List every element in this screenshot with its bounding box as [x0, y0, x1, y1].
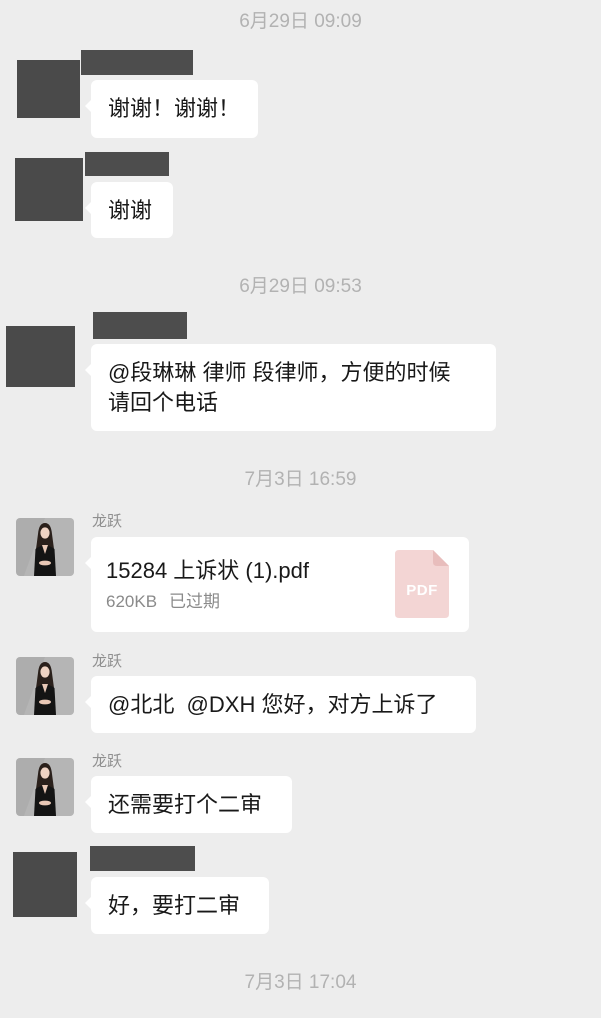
pdf-file-icon: PDF [395, 550, 449, 618]
message-text: 谢谢 [108, 198, 153, 223]
redacted-sender-name [93, 312, 187, 339]
timestamp: 7月3日 16:59 [244, 469, 357, 490]
file-name: 15284 上诉状 (1).pdf [106, 558, 309, 583]
file-message-bubble[interactable]: 15284 上诉状 (1).pdf 620KB 已过期 PDF [85, 537, 469, 632]
file-status: 已过期 [169, 592, 221, 611]
avatar[interactable] [16, 518, 74, 576]
redacted-avatar[interactable] [17, 60, 80, 118]
redacted-sender-name [90, 846, 195, 871]
chat-area[interactable]: 6月29日 09:09 谢谢！谢谢！ 谢谢 6月29日 09:53 @段琳琳 律… [0, 0, 601, 1018]
timestamp: 6月29日 09:53 [239, 276, 362, 297]
redacted-avatar[interactable] [13, 852, 77, 917]
sender-name: 龙跃 [92, 653, 123, 670]
sender-name: 龙跃 [92, 753, 123, 770]
message-bubble[interactable]: @北北 @DXH 您好，对方上诉了 [85, 676, 476, 733]
message-bubble[interactable]: 谢谢！谢谢！ [85, 80, 258, 138]
timestamp: 6月29日 09:09 [239, 11, 362, 32]
message-text-line: 请回个电话 [108, 390, 219, 415]
message-text-line: @段琳琳 律师 段律师，方便的时候 [108, 360, 451, 385]
file-size: 620KB [106, 592, 158, 611]
message-bubble[interactable]: @段琳琳 律师 段律师，方便的时候 请回个电话 [85, 344, 496, 431]
avatar[interactable] [16, 657, 74, 715]
message-text: 好，要打二审 [108, 893, 241, 918]
sender-name: 龙跃 [92, 513, 123, 530]
avatar[interactable] [16, 758, 74, 816]
pdf-icon-label: PDF [406, 582, 438, 599]
message-text: 谢谢！谢谢！ [108, 96, 241, 121]
message-text: @北北 @DXH 您好，对方上诉了 [108, 692, 438, 717]
redacted-sender-name [85, 152, 169, 176]
redacted-avatar[interactable] [15, 158, 83, 221]
file-meta: 620KB 已过期 [106, 591, 220, 613]
message-bubble[interactable]: 还需要打个二审 [85, 776, 292, 833]
redacted-sender-name [81, 50, 193, 75]
message-bubble[interactable]: 好，要打二审 [85, 877, 269, 934]
redacted-avatar[interactable] [6, 326, 75, 387]
message-text: 还需要打个二审 [108, 792, 263, 817]
message-bubble[interactable]: 谢谢 [85, 182, 173, 238]
timestamp: 7月3日 17:04 [244, 972, 357, 993]
